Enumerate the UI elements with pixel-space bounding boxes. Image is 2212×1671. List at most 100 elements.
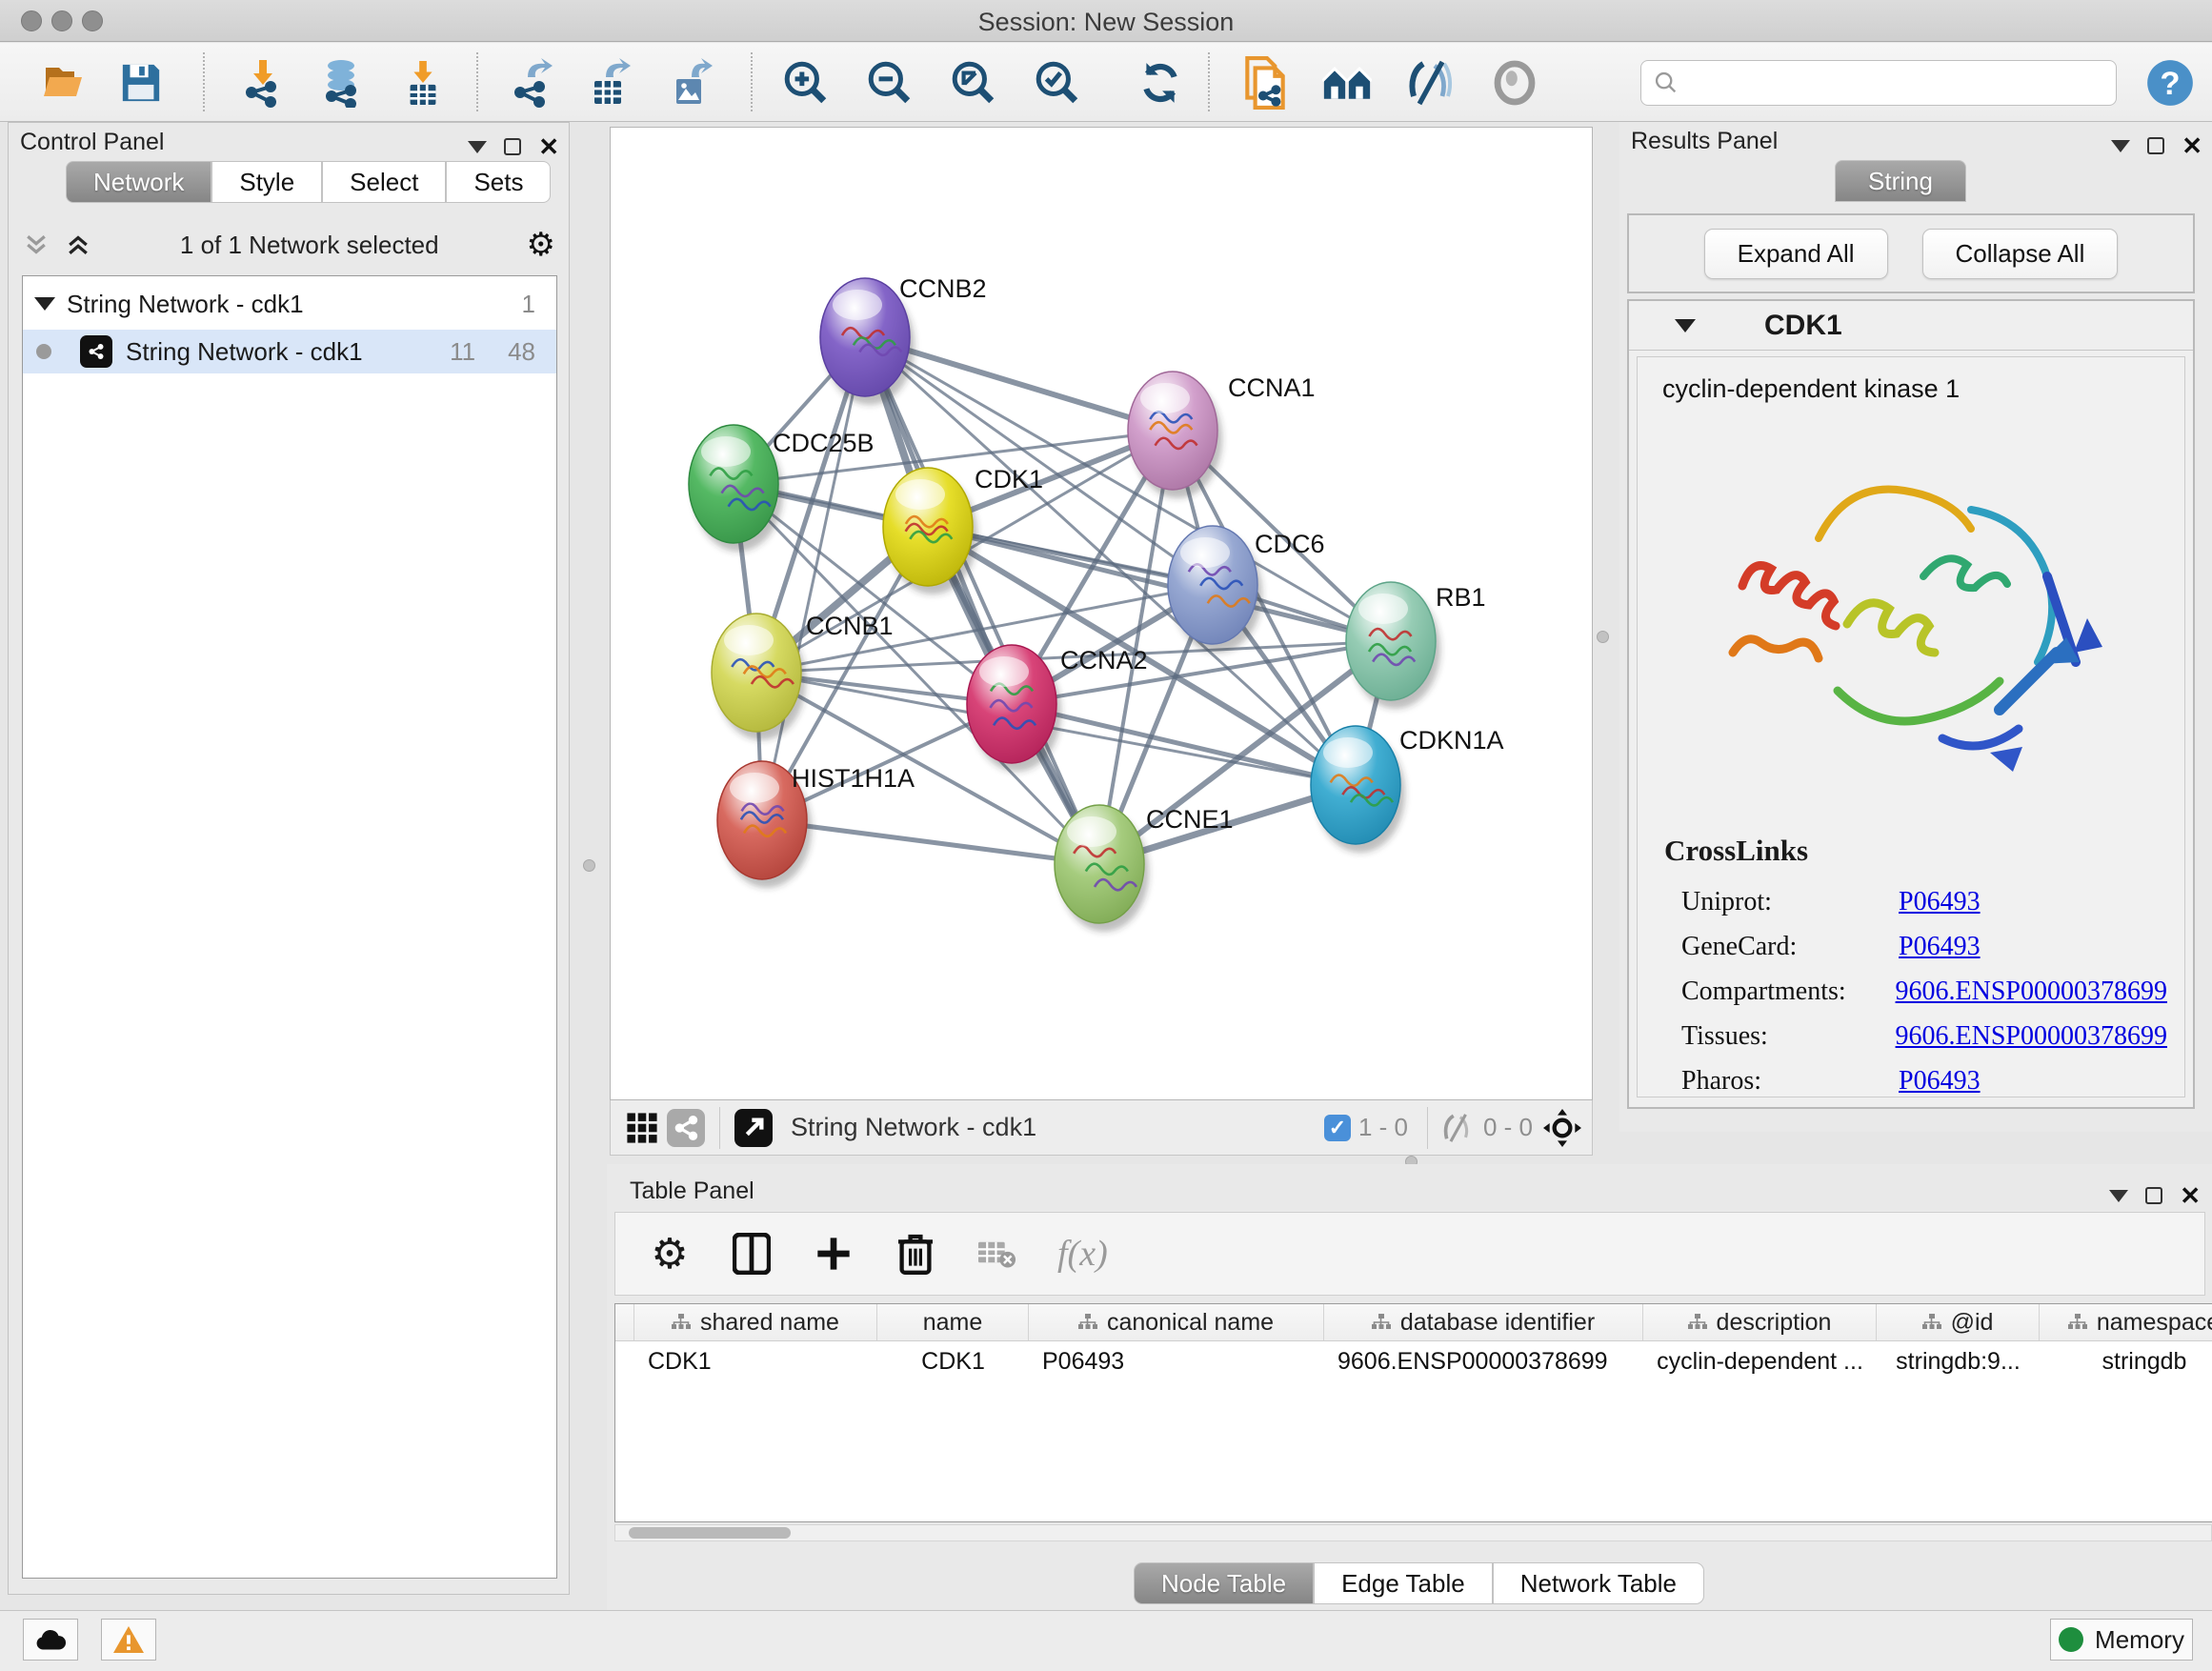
detach-view-icon[interactable]	[732, 1106, 775, 1150]
delete-table-icon[interactable]	[975, 1232, 1019, 1276]
warnings-button[interactable]	[101, 1619, 156, 1661]
zoom-in-icon[interactable]	[781, 58, 831, 108]
cloud-button[interactable]	[23, 1619, 78, 1661]
help-icon[interactable]: ?	[2145, 58, 2195, 108]
close-panel-icon[interactable]: ✕	[2180, 1183, 2201, 1208]
left-splitter-handle[interactable]	[583, 859, 595, 872]
edge-HIST1H1A-CCNE1[interactable]	[762, 820, 1099, 864]
collapse-panel-icon[interactable]	[468, 141, 487, 153]
float-panel-icon[interactable]	[504, 138, 521, 155]
node-CCNB2[interactable]: CCNB2	[820, 274, 987, 405]
collapse-panel-icon[interactable]	[2111, 140, 2130, 152]
node-CDK1[interactable]: CDK1	[883, 465, 1043, 594]
section-expander-icon[interactable]	[1675, 319, 1696, 332]
expand-all-button[interactable]: Expand All	[1704, 229, 1888, 279]
birdseye-eye-icon[interactable]	[1490, 58, 1539, 108]
node-CCNE1[interactable]: CCNE1	[1055, 805, 1234, 932]
import-network-from-database-icon[interactable]	[316, 58, 366, 108]
crosslink-value-link[interactable]: 9606.ENSP00000378699	[1896, 1021, 2167, 1052]
crosslink-value-link[interactable]: P06493	[1899, 932, 1981, 962]
edge-CCNB2-HIST1H1A[interactable]	[762, 337, 865, 820]
cell-shared-name[interactable]: CDK1	[634, 1341, 877, 1381]
tab-edge-table[interactable]: Edge Table	[1314, 1562, 1493, 1604]
network-row-selected[interactable]: String Network - cdk1 11 48	[23, 330, 556, 373]
tab-network[interactable]: Network	[66, 161, 211, 203]
table-row[interactable]: CDK1CDK1P064939606.ENSP00000378699cyclin…	[615, 1341, 2212, 1381]
import-table-from-file-icon[interactable]	[398, 58, 448, 108]
zoom-selected-icon[interactable]	[1033, 58, 1082, 108]
node-label-CCNB2: CCNB2	[899, 274, 987, 303]
collapse-all-button[interactable]: Collapse All	[1922, 229, 2119, 279]
column-header-database-identifier[interactable]: database identifier	[1324, 1304, 1643, 1340]
export-image-icon[interactable]	[667, 58, 716, 108]
node-RB1[interactable]: RB1	[1346, 582, 1486, 709]
tab-style[interactable]: Style	[211, 161, 322, 203]
network-options-gear-icon[interactable]: ⚙	[527, 229, 555, 261]
node-label-CDC25B: CDC25B	[773, 429, 875, 457]
clone-network-icon[interactable]	[1240, 58, 1290, 108]
node-HIST1H1A[interactable]: HIST1H1A	[717, 761, 915, 888]
show-grid-icon[interactable]	[620, 1106, 664, 1150]
table-horizontal-scrollbar[interactable]	[614, 1524, 2212, 1541]
tab-select[interactable]: Select	[322, 161, 446, 203]
node-CDKN1A[interactable]: CDKN1A	[1311, 726, 1504, 853]
export-network-icon[interactable]	[507, 58, 556, 108]
tab-string[interactable]: String	[1835, 160, 1966, 202]
string-network-graph[interactable]: CCNB2CCNA1CDC25BCDK1CDC6RB1CCNB1CCNA2CDK…	[611, 128, 1592, 1099]
node-CCNA2[interactable]: CCNA2	[967, 645, 1148, 772]
cell-name[interactable]: CDK1	[877, 1341, 1029, 1381]
cell--id[interactable]: stringdb:9...	[1877, 1341, 2040, 1381]
column-header-namespace[interactable]: namespace	[2040, 1304, 2212, 1340]
delete-column-icon[interactable]	[894, 1232, 937, 1276]
crosslink-value-link[interactable]: P06493	[1899, 887, 1981, 917]
collapse-all-chevron-icon[interactable]	[64, 231, 92, 259]
column-header-shared-name[interactable]: shared name	[634, 1304, 877, 1340]
memory-button[interactable]: Memory	[2050, 1619, 2193, 1661]
column-header-description[interactable]: description	[1643, 1304, 1877, 1340]
network-collection-row[interactable]: String Network - cdk1 1	[23, 282, 556, 326]
collapse-panel-icon[interactable]	[2109, 1190, 2128, 1202]
add-column-icon[interactable]	[812, 1232, 855, 1276]
close-panel-icon[interactable]: ✕	[2182, 133, 2202, 158]
tab-sets[interactable]: Sets	[446, 161, 551, 203]
close-panel-icon[interactable]: ✕	[538, 134, 559, 159]
node-label-CDC6: CDC6	[1255, 530, 1325, 558]
column-header-name[interactable]: name	[877, 1304, 1029, 1340]
selected-nodes-checkbox[interactable]: ✓	[1324, 1115, 1351, 1141]
import-network-from-file-icon[interactable]	[238, 58, 288, 108]
string-home-icon[interactable]	[1322, 58, 1372, 108]
cell-canonical-name[interactable]: P06493	[1029, 1341, 1324, 1381]
crosslink-value-link[interactable]: P06493	[1899, 1066, 1981, 1097]
export-table-icon[interactable]	[585, 58, 634, 108]
function-builder-icon[interactable]: f(x)	[1057, 1233, 1108, 1275]
hide-unhide-icon[interactable]	[1406, 58, 1456, 108]
tab-network-table[interactable]: Network Table	[1493, 1562, 1704, 1604]
crosslink-value-link[interactable]: 9606.ENSP00000378699	[1896, 976, 2167, 1007]
node-section-header[interactable]: CDK1	[1629, 301, 2193, 351]
network-canvas[interactable]: CCNB2CCNA1CDC25BCDK1CDC6RB1CCNB1CCNA2CDK…	[610, 127, 1593, 1100]
hidden-items-eye-icon[interactable]	[1439, 1112, 1476, 1144]
column-header-canonical-name[interactable]: canonical name	[1029, 1304, 1324, 1340]
zoom-fit-icon[interactable]	[949, 58, 998, 108]
search-input[interactable]	[1679, 70, 2099, 96]
cell-description[interactable]: cyclin-dependent ...	[1643, 1341, 1877, 1381]
table-settings-gear-icon[interactable]: ⚙	[648, 1232, 692, 1276]
cell-namespace[interactable]: stringdb	[2040, 1341, 2212, 1381]
zoom-out-icon[interactable]	[865, 58, 915, 108]
collection-expander-icon[interactable]	[34, 297, 55, 311]
expand-all-chevron-icon[interactable]	[22, 231, 50, 259]
control-panel-tabs: NetworkStyleSelectSets	[66, 161, 551, 203]
tab-node-table[interactable]: Node Table	[1134, 1562, 1314, 1604]
float-panel-icon[interactable]	[2147, 137, 2164, 154]
float-panel-icon[interactable]	[2145, 1187, 2162, 1204]
column-header--id[interactable]: @id	[1877, 1304, 2040, 1340]
open-session-icon[interactable]	[40, 58, 90, 108]
view-mode-share-icon[interactable]	[664, 1106, 708, 1150]
save-session-icon[interactable]	[116, 58, 166, 108]
scrollbar-thumb[interactable]	[629, 1527, 791, 1539]
refresh-icon[interactable]	[1136, 58, 1185, 108]
show-columns-icon[interactable]	[730, 1232, 774, 1276]
cell-database-identifier[interactable]: 9606.ENSP00000378699	[1324, 1341, 1643, 1381]
right-splitter-handle[interactable]	[1597, 631, 1609, 643]
birdseye-navigator-icon[interactable]	[1540, 1106, 1584, 1150]
